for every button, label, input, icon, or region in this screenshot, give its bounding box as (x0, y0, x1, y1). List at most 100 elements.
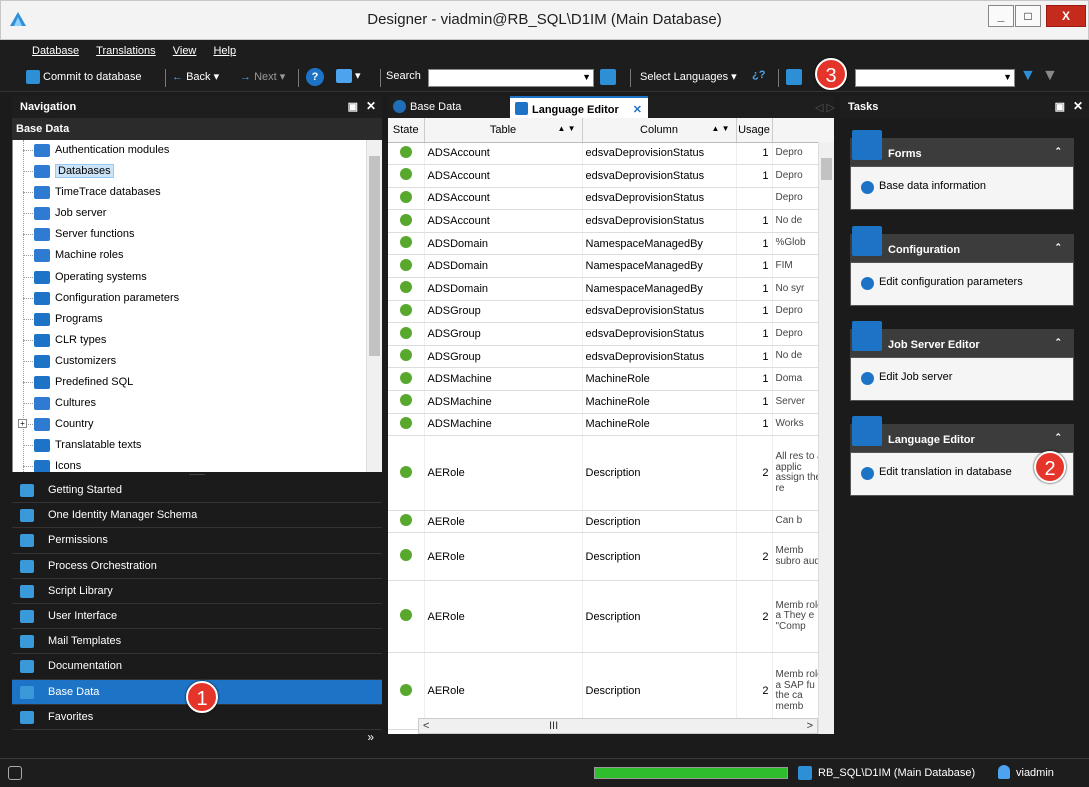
nav-category[interactable]: Script Library (12, 578, 382, 604)
task-item[interactable]: Edit configuration parameters (850, 262, 1074, 306)
table-cell[interactable]: ADSDomain (424, 232, 583, 256)
menu-view[interactable]: View (173, 45, 197, 57)
tree-item[interactable]: Job server (13, 203, 382, 224)
nav-category[interactable]: Process Orchestration (12, 553, 382, 579)
table-row[interactable]: ADSGroup edsvaDeprovisionStatus 1 Depro (388, 322, 834, 346)
column-cell[interactable]: MachineRole (582, 413, 737, 437)
table-cell[interactable]: ADSMachine (424, 367, 583, 392)
nav-category[interactable]: One Identity Manager Schema (12, 503, 382, 529)
translate-help-icon[interactable]: ¿? (752, 69, 765, 81)
scroll-thumb-grip[interactable]: III (549, 720, 558, 732)
tree-scrollbar[interactable] (366, 140, 382, 472)
column-header-usage[interactable]: Usage (736, 118, 773, 143)
nav-category[interactable]: Permissions (12, 528, 382, 554)
table-row[interactable]: ADSGroup edsvaDeprovisionStatus 1 No de (388, 345, 834, 369)
tree-item[interactable]: Icons (13, 456, 382, 472)
language-filter-input[interactable]: ▼ (855, 69, 1015, 87)
print-button[interactable]: ▾ (336, 69, 361, 84)
nav-category[interactable]: Mail Templates (12, 629, 382, 655)
grid-vertical-scrollbar[interactable] (818, 142, 834, 734)
next-button[interactable]: → Next ▾ (240, 70, 285, 83)
clear-filter-icon[interactable]: ▼ (1042, 67, 1058, 85)
nav-category[interactable]: User Interface (12, 603, 382, 630)
tree-item[interactable]: TimeTrace databases (13, 182, 382, 203)
tree-item[interactable]: Server functions (13, 224, 382, 245)
help-icon[interactable]: ? (306, 68, 324, 86)
table-row[interactable]: ADSMachine MachineRole 1 Doma (388, 367, 834, 392)
pin-icon[interactable]: ▣ (1055, 100, 1065, 113)
column-cell[interactable]: edsvaDeprovisionStatus (582, 142, 737, 166)
tree-item[interactable]: Machine roles (13, 245, 382, 266)
table-cell[interactable]: AERole (424, 532, 583, 581)
close-window-button[interactable]: X (1046, 5, 1086, 27)
task-group-header[interactable]: Language Editor ⌃ (850, 416, 1074, 452)
column-header-translation[interactable] (772, 118, 834, 143)
close-icon[interactable]: ✕ (1073, 99, 1083, 113)
tab-language-editor[interactable]: Language Editor ✕ (510, 96, 648, 118)
tree-item[interactable]: Predefined SQL (13, 372, 382, 393)
dropdown-arrow-icon[interactable]: ▼ (1003, 72, 1012, 82)
table-row[interactable]: ADSAccount edsvaDeprovisionStatus Depro (388, 187, 834, 211)
table-cell[interactable]: ADSAccount (424, 142, 583, 166)
table-row[interactable]: ADSDomain NamespaceManagedBy 1 No syr (388, 277, 834, 301)
table-cell[interactable]: ADSAccount (424, 164, 583, 188)
column-cell[interactable]: edsvaDeprovisionStatus (582, 322, 737, 346)
menu-translations[interactable]: Translations (96, 45, 156, 57)
table-row[interactable]: ADSAccount edsvaDeprovisionStatus 1 Depro (388, 142, 834, 166)
tree-item[interactable]: Country + (13, 414, 382, 435)
tree-item[interactable]: Translatable texts (13, 435, 382, 456)
task-item[interactable]: Base data information (850, 166, 1074, 210)
column-cell[interactable]: Description (582, 510, 737, 534)
collapse-icon[interactable]: ⌃ (1054, 146, 1062, 157)
table-row[interactable]: ADSDomain NamespaceManagedBy 1 %Glob (388, 232, 834, 256)
table-cell[interactable]: AERole (424, 580, 583, 654)
tree-item[interactable]: Cultures (13, 393, 382, 414)
column-cell[interactable]: NamespaceManagedBy (582, 232, 737, 256)
close-icon[interactable]: ✕ (366, 99, 376, 113)
table-row[interactable]: AERole Description 2 All res to all applic … (388, 435, 834, 511)
tab-base-data[interactable]: Base Data (388, 96, 467, 118)
task-group-header[interactable]: Forms ⌃ (850, 130, 1074, 166)
tree-item[interactable]: Authentication modules (13, 140, 382, 161)
tree-item[interactable]: Databases (13, 161, 382, 182)
collapse-icon[interactable]: ⌃ (1054, 337, 1062, 348)
filter-icon[interactable]: ▼ (1020, 67, 1036, 85)
collapse-icon[interactable]: ⌃ (1054, 432, 1062, 443)
table-row[interactable]: ADSMachine MachineRole 1 Server (388, 390, 834, 414)
expand-icon[interactable]: + (18, 419, 27, 429)
grid-horizontal-scrollbar[interactable]: < III > (418, 718, 818, 734)
column-cell[interactable]: NamespaceManagedBy (582, 254, 737, 279)
menu-help[interactable]: Help (213, 45, 236, 57)
scroll-right-icon[interactable]: > (807, 720, 813, 732)
column-cell[interactable]: Description (582, 532, 737, 581)
tree-item[interactable]: Customizers (13, 351, 382, 372)
maximize-button[interactable]: □ (1015, 5, 1041, 27)
column-cell[interactable]: Description (582, 435, 737, 511)
column-cell[interactable]: edsvaDeprovisionStatus (582, 164, 737, 188)
task-group-header[interactable]: Job Server Editor ⌃ (850, 321, 1074, 357)
table-cell[interactable]: ADSDomain (424, 277, 583, 301)
table-cell[interactable]: ADSGroup (424, 300, 583, 324)
column-header-state[interactable]: State (388, 118, 425, 143)
sort-arrows-icon[interactable]: ▲ ▼ (711, 124, 729, 133)
table-row[interactable]: ADSMachine MachineRole 1 Works (388, 413, 834, 437)
scrollbar-thumb[interactable] (369, 156, 380, 356)
column-cell[interactable]: edsvaDeprovisionStatus (582, 209, 737, 233)
column-cell[interactable]: Description (582, 580, 737, 654)
table-row[interactable]: ADSGroup edsvaDeprovisionStatus 1 Depro (388, 300, 834, 324)
table-cell[interactable]: ADSMachine (424, 390, 583, 414)
menu-database[interactable]: Database (32, 45, 79, 57)
column-cell[interactable]: NamespaceManagedBy (582, 277, 737, 301)
table-row[interactable]: ADSAccount edsvaDeprovisionStatus 1 No de (388, 209, 834, 233)
tree-item[interactable]: Programs (13, 309, 382, 330)
tab-scroll-arrows[interactable]: ◁ ▷ (793, 96, 841, 118)
table-cell[interactable]: AERole (424, 435, 583, 511)
nav-category[interactable]: Documentation (12, 654, 382, 680)
table-cell[interactable]: ADSAccount (424, 187, 583, 211)
navigation-expand[interactable]: » (12, 729, 382, 752)
tree-item[interactable]: Operating systems (13, 267, 382, 288)
table-row[interactable]: AERole Description 2 Memb subro auditi (388, 532, 834, 581)
collapse-icon[interactable]: ⌃ (1054, 242, 1062, 253)
search-database-icon[interactable] (600, 69, 616, 85)
column-cell[interactable]: MachineRole (582, 390, 737, 414)
